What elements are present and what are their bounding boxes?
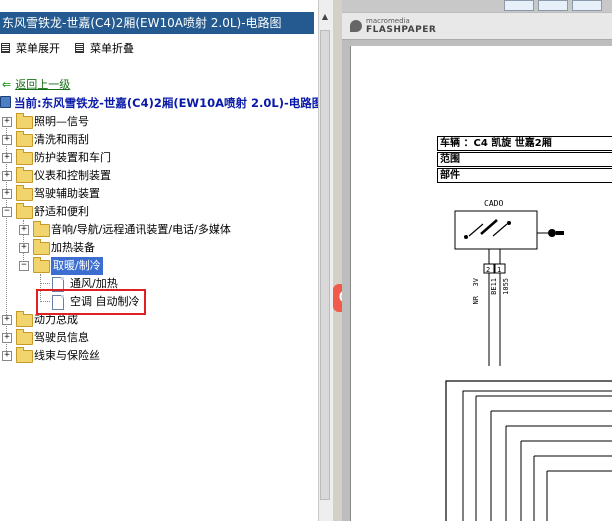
folder-icon (16, 347, 33, 363)
wire-label-3v: 3V (472, 277, 480, 286)
left-panel: 东风雪铁龙-世嘉(C4)2厢(EW10A喷射 2.0L)-电路图 菜单展开 菜单… (0, 0, 318, 521)
tree-item-label: 线束与保险丝 (34, 349, 100, 362)
expand-toggle-icon[interactable]: + (2, 153, 12, 163)
expand-toggle-icon[interactable]: + (2, 315, 12, 325)
component-label: CADO (484, 199, 503, 208)
window-button[interactable] (572, 0, 602, 11)
folder-icon (16, 131, 33, 147)
expand-toggle-icon[interactable]: + (2, 117, 12, 127)
window-top-strip (342, 0, 612, 12)
tree-item-label: 照明—信号 (34, 115, 89, 128)
collapse-menu-label: 菜单折叠 (90, 42, 134, 55)
wire-label-nr: NR (472, 295, 480, 304)
folder-open-icon (33, 257, 50, 273)
back-link-label: 返回上一级 (15, 78, 71, 91)
folder-icon (16, 329, 33, 345)
expand-toggle-icon[interactable]: + (19, 243, 29, 253)
folder-icon (16, 167, 33, 183)
expand-toggle-icon[interactable]: + (19, 225, 29, 235)
tree-item-label: 清洗和雨刮 (34, 133, 89, 146)
component-box (454, 210, 538, 250)
folder-icon (16, 311, 33, 327)
wire-label-1055: 1055 (502, 278, 510, 295)
expand-toggle-icon[interactable]: + (2, 333, 12, 343)
tree-item-label: 加热装备 (51, 241, 95, 254)
folder-icon (16, 185, 33, 201)
list-icon (75, 43, 84, 53)
pin-label: 1 (497, 266, 501, 274)
back-arrow-icon: ⇐ (2, 78, 12, 91)
expand-menu-button[interactable]: 菜单展开 (1, 40, 60, 58)
expand-toggle-icon[interactable]: + (2, 171, 12, 181)
tree-item-label: 驾驶员信息 (34, 331, 89, 344)
tree-item-label: 取暖/制冷 (51, 257, 103, 275)
tree-item-label: 防护装置和车门 (34, 151, 111, 164)
contact-point (507, 221, 511, 225)
key-head-icon (548, 229, 556, 237)
window-button[interactable] (504, 0, 534, 11)
flashpaper-logo-icon (350, 20, 362, 32)
scrollbar-thumb[interactable] (320, 30, 330, 500)
folder-icon (33, 221, 50, 237)
window-title: 东风雪铁龙-世嘉(C4)2厢(EW10A喷射 2.0L)-电路图 (0, 12, 314, 34)
collapse-toggle-icon[interactable]: − (19, 261, 29, 271)
collapse-menu-button[interactable]: 菜单折叠 (75, 40, 134, 58)
scroll-up-icon[interactable]: ▲ (320, 12, 330, 22)
wiring-diagram: CADO 2 1 3V NR BE11 1055 (445, 199, 612, 521)
harness-frame (445, 380, 612, 521)
folder-icon (33, 239, 50, 255)
logo-top-text: macromedia (366, 17, 410, 25)
tree-item-label: 音响/导航/远程通讯装置/电话/多媒体 (51, 223, 231, 236)
tree-item-label: 仪表和控制装置 (34, 169, 111, 182)
current-path-label: 当前:东风雪铁龙-世嘉(C4)2厢(EW10A喷射 2.0L)-电路图 (14, 96, 318, 110)
tree-item-label: 驾驶辅助装置 (34, 187, 100, 200)
tree-connector (40, 283, 50, 284)
key-blade-icon (556, 231, 564, 235)
document-page: 车辆 ：C4 凯旋 世嘉2厢 范围 部件 CADO 2 1 3V NR BE11 (350, 46, 612, 521)
document-viewer: macromedia FLASHPAPER 车辆 ：C4 凯旋 世嘉2厢 范围 … (342, 0, 612, 521)
contact-point (464, 235, 468, 239)
list-icon (1, 43, 10, 53)
selection-annotation-box (36, 289, 146, 315)
expand-menu-label: 菜单展开 (16, 42, 60, 55)
expand-toggle-icon[interactable]: + (2, 135, 12, 145)
folder-icon (16, 149, 33, 165)
viewer-toolbar: macromedia FLASHPAPER (342, 13, 612, 40)
tree-item-label: 舒适和便利 (34, 205, 89, 218)
folder-icon (16, 113, 33, 129)
wire-label-be11: BE11 (490, 278, 498, 295)
computer-icon (0, 96, 11, 108)
back-link[interactable]: ⇐ 返回上一级 (2, 77, 70, 93)
collapse-toggle-icon[interactable]: − (2, 207, 12, 217)
current-path: 当前:东风雪铁龙-世嘉(C4)2厢(EW10A喷射 2.0L)-电路图 (0, 95, 318, 111)
logo-bottom-text: FLASHPAPER (366, 25, 437, 35)
window-button[interactable] (538, 0, 568, 11)
expand-toggle-icon[interactable]: + (2, 189, 12, 199)
pin-label: 2 (486, 266, 490, 274)
folder-open-icon (16, 203, 33, 219)
expand-toggle-icon[interactable]: + (2, 351, 12, 361)
